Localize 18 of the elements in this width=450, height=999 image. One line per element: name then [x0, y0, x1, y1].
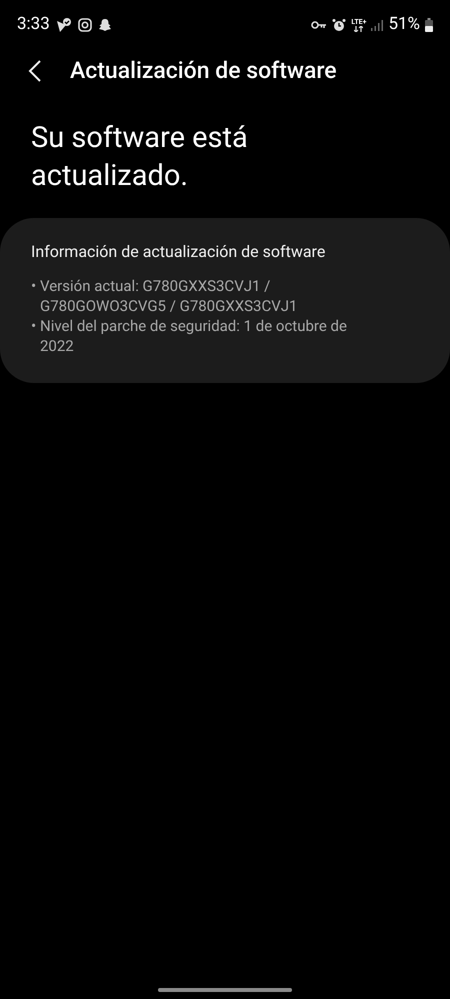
alarm-icon	[332, 18, 346, 32]
key-icon	[311, 20, 328, 30]
bullet-mark: •	[31, 276, 38, 297]
signal-icon	[371, 19, 384, 31]
battery-icon	[425, 18, 433, 32]
status-message: Su software está actualizado.	[30, 120, 249, 195]
info-item: Nivel del parche de seguridad: 1 de octubre de 2022	[40, 316, 348, 356]
page-title: Actualización de software	[70, 56, 337, 86]
camera-icon	[78, 18, 92, 32]
ghost-icon	[98, 18, 112, 32]
status-time: 3:33	[17, 13, 50, 36]
back-icon	[28, 59, 42, 83]
info-item: Versión actual: G780GXXS3CVJ1 / G780GOWO3CVG5 / G780GXXS3CVJ1	[40, 276, 298, 316]
card-title: Información de actualización de software	[31, 241, 326, 263]
check-badge-icon	[56, 17, 72, 33]
bullet-mark: •	[31, 316, 38, 337]
data-arrows-icon	[354, 26, 364, 32]
battery-percentage: 51%	[388, 13, 420, 36]
